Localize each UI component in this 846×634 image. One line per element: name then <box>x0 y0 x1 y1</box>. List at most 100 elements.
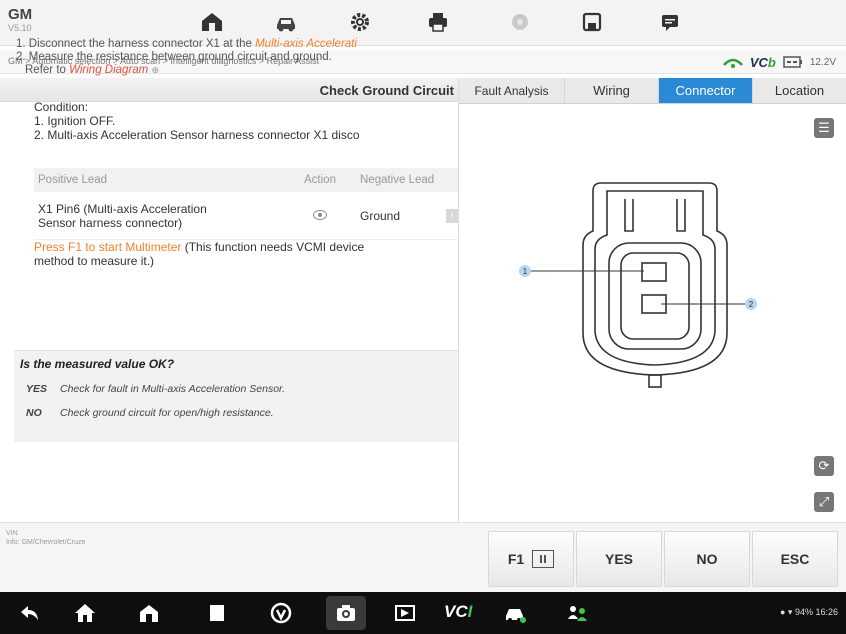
home-icon <box>140 605 158 622</box>
home-icon <box>202 13 222 31</box>
screenshot-button[interactable] <box>326 596 366 630</box>
no-button[interactable]: NO <box>664 531 750 587</box>
back-button[interactable] <box>16 600 42 626</box>
step-2-ref: Refer to Wiring Diagram ⊕ <box>16 64 456 77</box>
vci-label-b: I <box>467 602 473 621</box>
pin-2-label: 2 <box>749 300 754 309</box>
vehicle-make: GM <box>8 6 33 23</box>
back-icon <box>21 606 38 620</box>
vcb-label-b: b <box>767 54 776 70</box>
scroll-right-icon[interactable]: › <box>446 208 458 223</box>
browser-button[interactable] <box>268 600 294 626</box>
instructions: 1. Disconnect the harness connector X1 a… <box>16 38 456 77</box>
message-icon <box>662 15 678 31</box>
tab-connector[interactable]: Connector <box>659 78 753 103</box>
positive-lead-line-1: X1 Pin6 (Multi-axis Acceleration <box>38 201 207 216</box>
android-home-button[interactable] <box>72 600 98 626</box>
browser-icon <box>270 602 292 624</box>
answer-yes-key: YES <box>26 383 48 395</box>
recent-apps-button[interactable] <box>204 600 230 626</box>
screen-record-button[interactable] <box>392 600 418 626</box>
question-text: Is the measured value OK? <box>20 357 175 371</box>
condition-2: 2. Multi-axis Acceleration Sensor harnes… <box>34 128 360 142</box>
function-bar: VIN Info: GM/Chevrolet/Cruze F1 YES NO E… <box>0 522 846 592</box>
battery-time: 94% 16:26 <box>794 607 838 617</box>
procedure-panel: Check Ground Circuit <box>0 78 458 522</box>
car-icon <box>506 609 526 623</box>
software-version: V5.10 <box>8 23 32 33</box>
vcmi-note: (This function needs VCMI device <box>181 240 365 254</box>
answer-yes-text: Check for fault in Multi-axis Accelerati… <box>60 383 286 395</box>
measurement-table: Positive Lead Action Negative Lead X1 Pi… <box>34 168 458 240</box>
press-f1-text: Press F1 to start Multimeter <box>34 240 182 254</box>
help-icon <box>512 14 528 30</box>
answer-no: NO Check ground circuit for open/high res… <box>26 407 274 419</box>
condition-label: Condition: <box>34 100 89 114</box>
refresh-icon[interactable]: ⟳ <box>814 456 834 476</box>
view-icon[interactable] <box>313 209 327 220</box>
question-box: Is the measured value OK? YES Check for f… <box>14 350 458 442</box>
answer-no-key: NO <box>26 407 42 419</box>
action-cell <box>286 209 354 223</box>
vin-info: VIN Info: GM/Chevrolet/Cruze <box>6 529 85 547</box>
vehicle-connect-button[interactable] <box>502 600 528 626</box>
sensor-link[interactable]: Multi-axis Accelerati <box>255 38 357 50</box>
fullscreen-icon[interactable]: ⤢ <box>814 492 834 512</box>
battery-voltage: 12.2V <box>809 56 836 68</box>
tab-location[interactable]: Location <box>753 78 846 103</box>
home-button[interactable] <box>186 2 238 42</box>
answer-no-text: Check ground circuit for open/high resis… <box>60 407 274 419</box>
connector-diagram: 1 2 <box>519 182 757 388</box>
help-button[interactable] <box>494 2 546 42</box>
answer-yes: YES Check for fault in Multi-axis Acceler… <box>26 383 285 395</box>
vcb-label-a: VC <box>749 54 768 70</box>
print-button[interactable] <box>412 2 464 42</box>
table-header: Positive Lead Action Negative Lead <box>34 168 458 192</box>
f1-button[interactable]: F1 <box>488 531 574 587</box>
multimeter-icon <box>532 550 555 568</box>
step-2: 2. Measure the resistance between ground… <box>16 51 332 63</box>
link-icon: ⊕ <box>151 65 159 75</box>
multimeter-note-line-2: method to measure it.) <box>34 254 155 268</box>
condition-1: 1. Ignition OFF. <box>34 114 116 128</box>
settings-button[interactable] <box>334 2 386 42</box>
procedure-header: Check Ground Circuit <box>0 78 458 102</box>
recent-apps-icon <box>210 605 224 621</box>
vehicle-info: Info: GM/Chevrolet/Cruze <box>6 539 86 546</box>
multimeter-note: Press F1 to start Multimeter (This funct… <box>34 240 458 268</box>
table-row: X1 Pin6 (Multi-axis Acceleration Sensor … <box>34 192 458 240</box>
header-negative-lead: Negative Lead <box>360 174 435 186</box>
reference-panel: Fault Analysis Wiring Connector Location… <box>458 78 846 522</box>
positive-lead-line-2: Sensor harness connector) <box>38 215 183 230</box>
pin-1-label: 1 <box>523 267 528 276</box>
yes-button[interactable]: YES <box>576 531 662 587</box>
wiring-diagram-link[interactable]: Wiring Diagram <box>69 64 148 76</box>
procedure-title: Check Ground Circuit <box>319 83 454 98</box>
gear-icon <box>351 13 369 31</box>
message-button[interactable] <box>644 2 696 42</box>
remote-support-button[interactable] <box>564 600 590 626</box>
conditions: Condition: 1. Ignition OFF. 2. Multi-axi… <box>34 100 458 142</box>
esc-button[interactable]: ESC <box>752 531 838 587</box>
tab-wiring[interactable]: Wiring <box>565 78 659 103</box>
print-icon <box>429 13 447 32</box>
app-home-button[interactable] <box>136 600 162 626</box>
vehicle-button[interactable] <box>260 2 312 42</box>
vehicle-icon <box>277 18 295 32</box>
save-icon <box>582 12 602 32</box>
multimeter-note-line-1: Press F1 to start Multimeter (This funct… <box>34 240 458 254</box>
step-1-text: 1. Disconnect the harness connector X1 a… <box>16 38 256 50</box>
vci-manager-button[interactable]: VCI <box>444 602 472 622</box>
header-action: Action <box>304 174 336 186</box>
vehicle-brand: GM V5.10 <box>8 6 148 34</box>
header-positive-lead: Positive Lead <box>38 174 108 186</box>
save-button[interactable] <box>566 2 618 42</box>
remote-support-icon <box>568 606 587 621</box>
system-nav-bar: VCI ● ▾ 94% 16:26 <box>0 592 846 634</box>
status-icons: ● ▾ <box>779 607 795 617</box>
step-2-ref-text: Refer to <box>25 64 70 76</box>
vin-label: VIN <box>6 530 18 537</box>
tab-fault-analysis[interactable]: Fault Analysis <box>459 78 565 103</box>
list-view-icon[interactable]: ☰ <box>814 118 834 138</box>
wifi-signal-icon <box>722 58 743 68</box>
